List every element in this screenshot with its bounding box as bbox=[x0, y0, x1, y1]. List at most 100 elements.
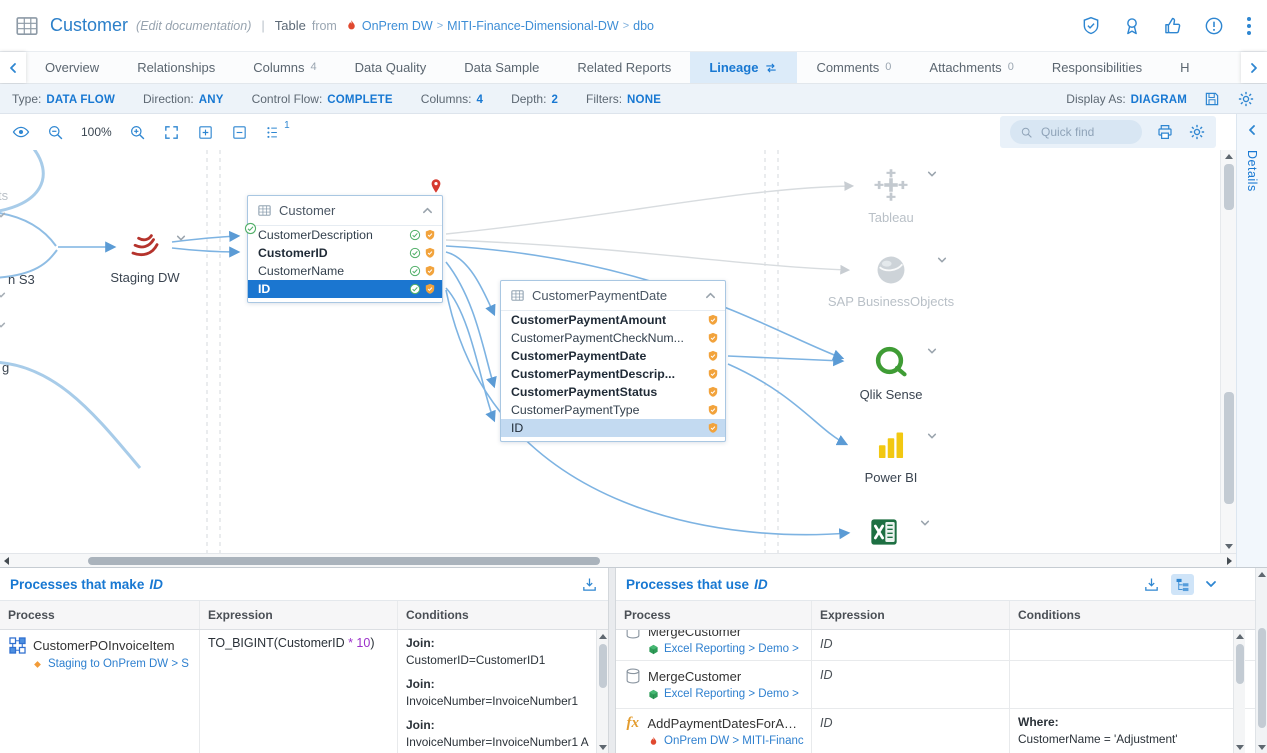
scrollbar-thumb[interactable] bbox=[88, 557, 600, 565]
scroll-down-arrow[interactable] bbox=[1225, 544, 1233, 549]
panel-divider[interactable] bbox=[608, 568, 616, 753]
chevron-down-icon[interactable] bbox=[0, 290, 6, 300]
award-icon[interactable] bbox=[1122, 16, 1142, 36]
scroll-right-arrow[interactable] bbox=[1227, 557, 1232, 565]
expand-all-icon[interactable] bbox=[197, 124, 214, 141]
kebab-menu-icon[interactable] bbox=[1245, 15, 1253, 37]
process-name[interactable]: CustomerPOInvoiceItem bbox=[33, 638, 175, 653]
save-icon[interactable] bbox=[1203, 90, 1221, 108]
scrollbar-thumb[interactable] bbox=[1224, 164, 1234, 210]
display-as-value[interactable]: DIAGRAM bbox=[1131, 94, 1187, 106]
chevron-left-icon[interactable] bbox=[1246, 124, 1258, 136]
column-row-id-selected[interactable]: ID bbox=[248, 280, 442, 298]
canvas-horizontal-scrollbar[interactable] bbox=[0, 553, 1236, 567]
column-header-conditions[interactable]: Conditions bbox=[398, 601, 596, 629]
table-row[interactable]: MergeCustomer Excel Reporting > Demo > I… bbox=[616, 661, 1267, 709]
lineage-diagram-canvas[interactable]: ts n S3 g Staging DW Customer CustomerDe… bbox=[0, 150, 1236, 553]
filter-control-flow-value[interactable]: COMPLETE bbox=[327, 94, 393, 106]
table-row[interactable]: CustomerPOInvoiceItem Staging to OnPrem … bbox=[0, 630, 608, 753]
column-header-expression[interactable]: Expression bbox=[812, 601, 1010, 629]
table-row[interactable]: AddPaymentDatesForAdjus OnPrem DW > MITI… bbox=[616, 709, 1267, 753]
process-name[interactable]: AddPaymentDatesForAdjus bbox=[647, 716, 803, 731]
chevron-up-icon[interactable] bbox=[705, 290, 716, 301]
collapse-panel-chevron-icon[interactable] bbox=[1205, 578, 1217, 590]
print-icon[interactable] bbox=[1156, 123, 1174, 141]
scroll-down-arrow[interactable] bbox=[599, 745, 607, 750]
tab-lineage[interactable]: Lineage bbox=[690, 52, 797, 83]
tab-overview[interactable]: Overview bbox=[26, 52, 118, 83]
target-qlik-sense[interactable]: Qlik Sense bbox=[831, 344, 951, 402]
details-tab-label[interactable]: Details bbox=[1245, 150, 1259, 192]
download-icon[interactable] bbox=[581, 576, 598, 593]
use-panel-scrollbar[interactable] bbox=[1233, 630, 1245, 753]
tab-history[interactable]: H bbox=[1161, 52, 1208, 83]
tab-columns[interactable]: Columns4 bbox=[234, 52, 335, 83]
collapse-all-icon[interactable] bbox=[231, 124, 248, 141]
process-name[interactable]: MergeCustomer bbox=[648, 630, 741, 639]
column-row-customername[interactable]: CustomerName bbox=[248, 262, 442, 280]
tabs-scroll-right-button[interactable] bbox=[1241, 52, 1267, 83]
target-power-bi[interactable]: Power BI bbox=[831, 429, 951, 485]
scrollbar-thumb[interactable] bbox=[1236, 644, 1244, 684]
table-row-clipped[interactable]: MergeCustomer Excel Reporting > Demo > I… bbox=[616, 630, 1267, 661]
column-header-conditions[interactable]: Conditions bbox=[1010, 601, 1233, 629]
chevron-down-icon[interactable] bbox=[927, 431, 937, 441]
zoom-out-icon[interactable] bbox=[47, 124, 64, 141]
gear-icon[interactable] bbox=[1237, 90, 1255, 108]
column-row-customerdescription[interactable]: CustomerDescription bbox=[248, 226, 442, 244]
gear-icon[interactable] bbox=[1188, 123, 1206, 141]
tab-attachments[interactable]: Attachments0 bbox=[910, 52, 1032, 83]
quick-find[interactable] bbox=[1010, 120, 1142, 144]
target-tableau[interactable]: Tableau bbox=[831, 167, 951, 225]
process-path-link[interactable]: Excel Reporting > Demo > bbox=[664, 688, 799, 700]
node-staging-dw[interactable]: Staging DW bbox=[110, 229, 180, 285]
process-path-link[interactable]: Excel Reporting > Demo > bbox=[664, 643, 799, 655]
column-row-paymentdate[interactable]: CustomerPaymentDate bbox=[501, 347, 725, 365]
filter-columns-value[interactable]: 4 bbox=[476, 94, 483, 106]
column-row-paymentamount[interactable]: CustomerPaymentAmount bbox=[501, 311, 725, 329]
chevron-down-icon[interactable] bbox=[0, 320, 6, 330]
scroll-down-arrow[interactable] bbox=[1236, 745, 1244, 750]
zoom-level[interactable]: 100% bbox=[81, 125, 112, 139]
details-panel-collapsed[interactable]: Details bbox=[1236, 114, 1267, 553]
column-header-process[interactable]: Process bbox=[616, 601, 812, 629]
tab-responsibilities[interactable]: Responsibilities bbox=[1033, 52, 1161, 83]
filter-direction-value[interactable]: ANY bbox=[199, 94, 224, 106]
scroll-left-arrow[interactable] bbox=[4, 557, 9, 565]
column-row-customerid[interactable]: CustomerID bbox=[248, 244, 442, 262]
tree-view-button[interactable] bbox=[1171, 574, 1194, 595]
chevron-down-icon[interactable] bbox=[176, 233, 186, 243]
chevron-up-icon[interactable] bbox=[422, 205, 433, 216]
target-sap-businessobjects[interactable]: SAP BusinessObjects bbox=[821, 253, 961, 309]
column-header-process[interactable]: Process bbox=[0, 601, 200, 629]
target-excel[interactable] bbox=[824, 516, 944, 548]
scroll-up-arrow[interactable] bbox=[1258, 572, 1266, 577]
breadcrumb-onprem-dw[interactable]: OnPrem DW bbox=[362, 19, 433, 33]
scroll-up-arrow[interactable] bbox=[599, 634, 607, 639]
shield-check-icon[interactable] bbox=[1081, 16, 1101, 36]
scrollbar-thumb[interactable] bbox=[1224, 392, 1234, 504]
fit-screen-icon[interactable] bbox=[163, 124, 180, 141]
chevron-down-icon[interactable] bbox=[937, 255, 947, 265]
scroll-down-arrow[interactable] bbox=[1258, 745, 1266, 750]
tab-related-reports[interactable]: Related Reports bbox=[558, 52, 690, 83]
scroll-up-arrow[interactable] bbox=[1225, 154, 1233, 159]
process-path-link[interactable]: OnPrem DW > MITI-Financ bbox=[664, 735, 804, 747]
tab-relationships[interactable]: Relationships bbox=[118, 52, 234, 83]
make-panel-scrollbar[interactable] bbox=[596, 630, 608, 753]
breadcrumb-miti-finance[interactable]: MITI-Finance-Dimensional-DW bbox=[447, 19, 619, 33]
tab-data-sample[interactable]: Data Sample bbox=[445, 52, 558, 83]
scroll-up-arrow[interactable] bbox=[1236, 634, 1244, 639]
tabs-scroll-left-button[interactable] bbox=[0, 52, 26, 83]
scrollbar-thumb[interactable] bbox=[599, 644, 607, 688]
tab-data-quality[interactable]: Data Quality bbox=[336, 52, 446, 83]
thumbs-up-icon[interactable] bbox=[1163, 16, 1183, 36]
canvas-vertical-scrollbar[interactable] bbox=[1220, 150, 1236, 553]
download-icon[interactable] bbox=[1143, 576, 1160, 593]
customer-payment-date-node[interactable]: CustomerPaymentDate CustomerPaymentAmoun… bbox=[500, 280, 726, 442]
column-row-paymentdescription[interactable]: CustomerPaymentDescrip... bbox=[501, 365, 725, 383]
process-name[interactable]: MergeCustomer bbox=[648, 669, 741, 684]
zoom-in-icon[interactable] bbox=[129, 124, 146, 141]
chevron-down-icon[interactable] bbox=[927, 169, 937, 179]
customer-node-header[interactable]: Customer bbox=[248, 196, 442, 226]
